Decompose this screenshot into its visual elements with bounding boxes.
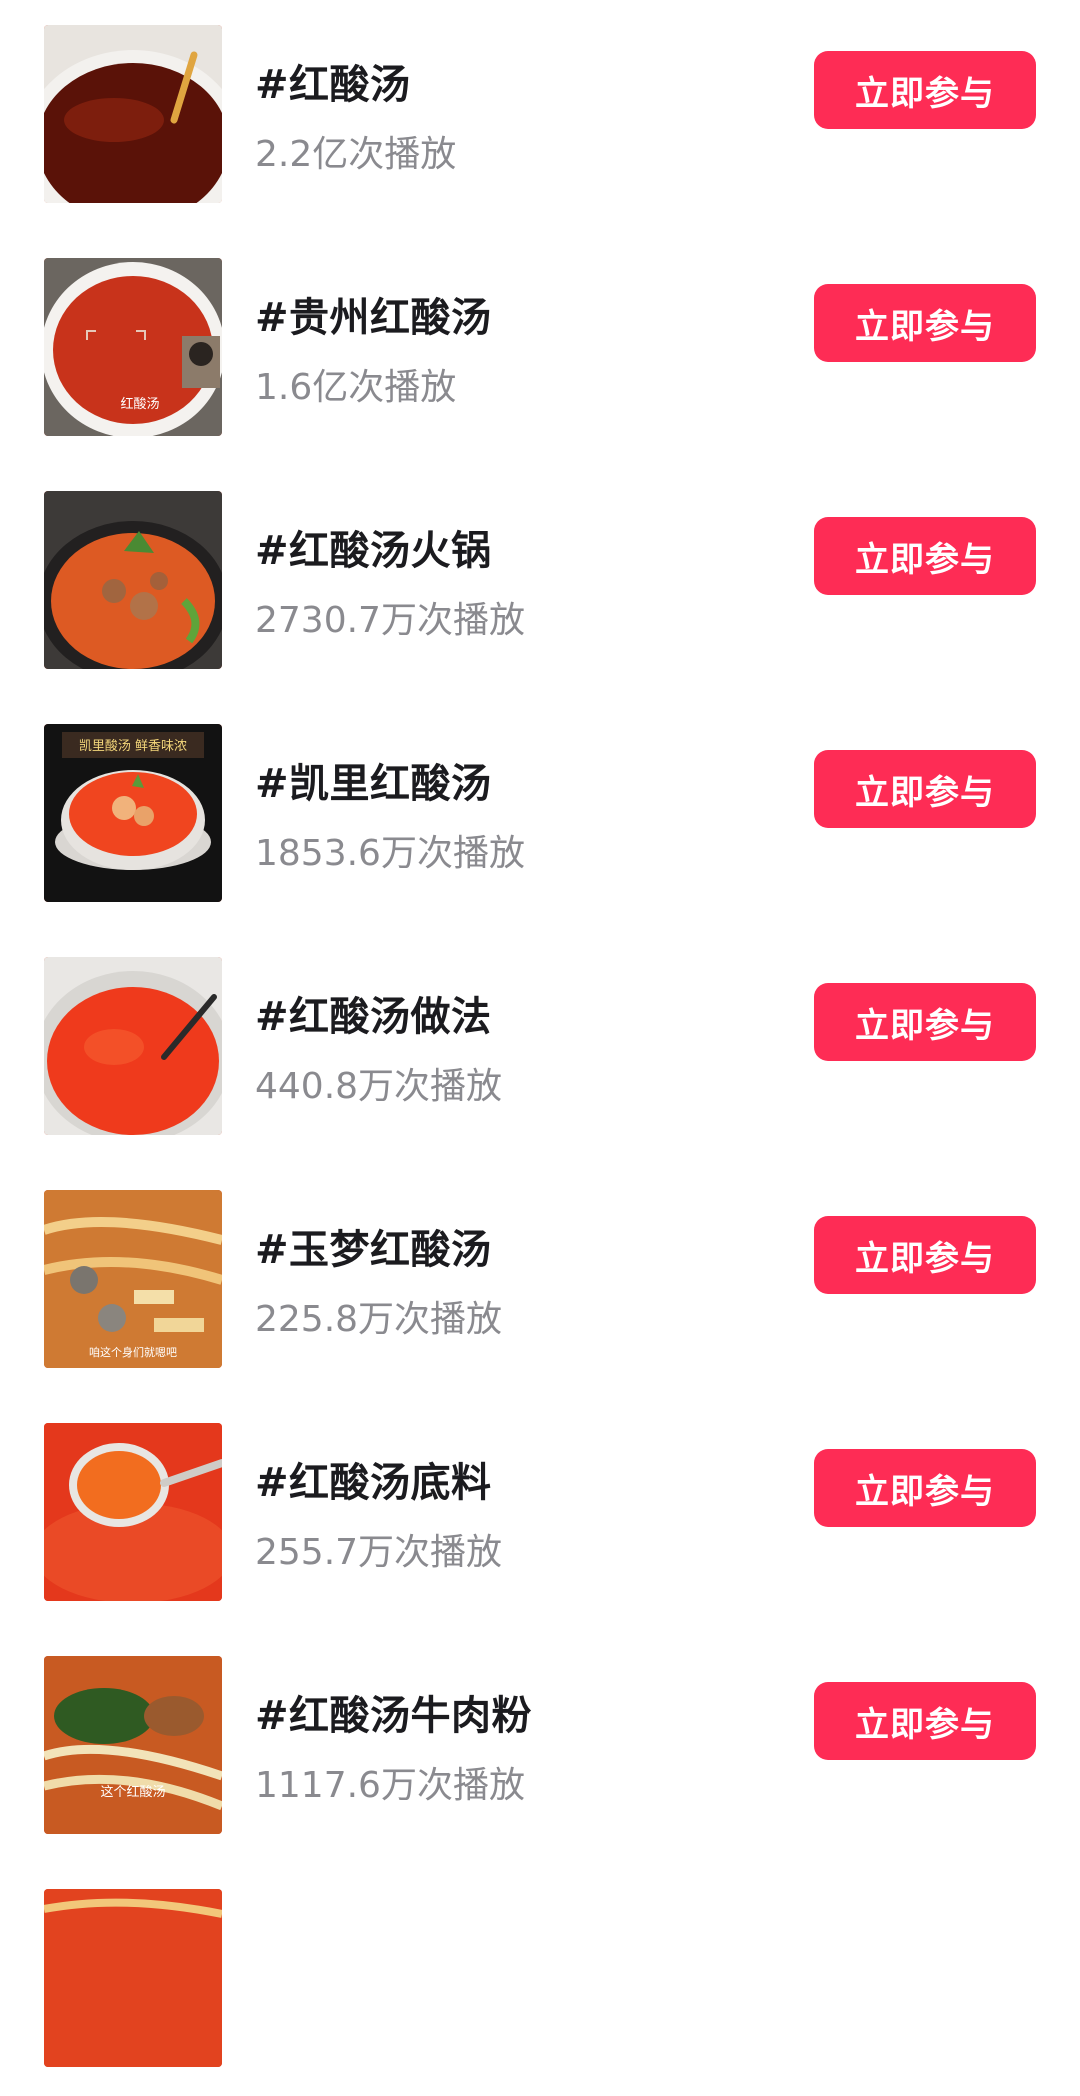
topic-view-count: 2.2亿次播放: [255, 134, 457, 175]
topic-view-count: 440.8万次播放: [255, 1066, 503, 1107]
topic-thumbnail[interactable]: [44, 25, 222, 203]
join-now-button[interactable]: 立即参与: [814, 284, 1036, 362]
soup-ladle-image: [44, 1423, 222, 1601]
join-now-button[interactable]: 立即参与: [814, 517, 1036, 595]
topic-thumbnail[interactable]: 红酸汤: [44, 258, 222, 436]
topic-view-count: 225.8万次播放: [255, 1299, 503, 1340]
topic-thumbnail[interactable]: [44, 1889, 222, 2067]
topic-title: #红酸汤牛肉粉: [255, 1693, 533, 1739]
beef-noodle-image: 这个红酸汤: [44, 1656, 222, 1834]
soup-pot-image: [44, 25, 222, 203]
topic-thumbnail[interactable]: 凯里酸汤 鲜香味浓: [44, 724, 222, 902]
topic-thumbnail[interactable]: [44, 957, 222, 1135]
topic-row[interactable]: 这个红酸汤 #红酸汤牛肉粉 1117.6万次播放 立即参与: [0, 1631, 1080, 1863]
topic-title: #贵州红酸汤: [255, 295, 492, 341]
topic-view-count: 255.7万次播放: [255, 1532, 503, 1573]
topic-view-count: 1853.6万次播放: [255, 833, 525, 874]
join-now-button[interactable]: 立即参与: [814, 51, 1036, 129]
thumbnail-caption: 咱这个身们就嗯吧: [89, 1345, 177, 1359]
topic-thumbnail[interactable]: [44, 1423, 222, 1601]
soup-bowl-image: 凯里酸汤 鲜香味浓: [44, 724, 222, 902]
topic-row[interactable]: #红酸汤底料 255.7万次播放 立即参与: [0, 1398, 1080, 1630]
topic-thumbnail[interactable]: [44, 491, 222, 669]
topic-row[interactable]: [0, 1864, 1080, 2096]
join-now-button[interactable]: 立即参与: [814, 750, 1036, 828]
thumbnail-caption: 凯里酸汤 鲜香味浓: [79, 739, 187, 754]
topic-view-count: 2730.7万次播放: [255, 600, 525, 641]
topic-row[interactable]: #红酸汤 2.2亿次播放 立即参与: [0, 0, 1080, 232]
join-now-button[interactable]: 立即参与: [814, 1682, 1036, 1760]
topic-row[interactable]: #红酸汤火锅 2730.7万次播放 立即参与: [0, 466, 1080, 698]
join-now-button[interactable]: 立即参与: [814, 1449, 1036, 1527]
topic-view-count: 1.6亿次播放: [255, 367, 457, 408]
topic-thumbnail[interactable]: 这个红酸汤: [44, 1656, 222, 1834]
topic-title: #玉梦红酸汤: [255, 1227, 492, 1273]
hotpot-image: [44, 491, 222, 669]
topic-row[interactable]: 咱这个身们就嗯吧 #玉梦红酸汤 225.8万次播放 立即参与: [0, 1165, 1080, 1397]
topic-title: #红酸汤做法: [255, 994, 492, 1040]
topic-title: #凯里红酸汤: [255, 761, 492, 807]
thumbnail-caption: 这个红酸汤: [100, 1784, 165, 1800]
topic-title: #红酸汤底料: [255, 1460, 492, 1506]
thumbnail-caption: 红酸汤: [120, 396, 159, 412]
soup-bowl-image: 红酸汤: [44, 258, 222, 436]
topic-title: #红酸汤火锅: [255, 528, 492, 574]
join-now-button[interactable]: 立即参与: [814, 983, 1036, 1061]
topic-row[interactable]: 红酸汤 #贵州红酸汤 1.6亿次播放 立即参与: [0, 233, 1080, 465]
topic-title: #红酸汤: [255, 62, 411, 108]
sauce-bowl-image: [44, 957, 222, 1135]
noodle-hotpot-image: 咱这个身们就嗯吧: [44, 1190, 222, 1368]
topic-row[interactable]: #红酸汤做法 440.8万次播放 立即参与: [0, 932, 1080, 1164]
topic-row[interactable]: 凯里酸汤 鲜香味浓 #凯里红酸汤 1853.6万次播放 立即参与: [0, 699, 1080, 931]
soup-image: [44, 1889, 222, 2067]
join-now-button[interactable]: 立即参与: [814, 1216, 1036, 1294]
topic-thumbnail[interactable]: 咱这个身们就嗯吧: [44, 1190, 222, 1368]
topic-view-count: 1117.6万次播放: [255, 1765, 525, 1806]
